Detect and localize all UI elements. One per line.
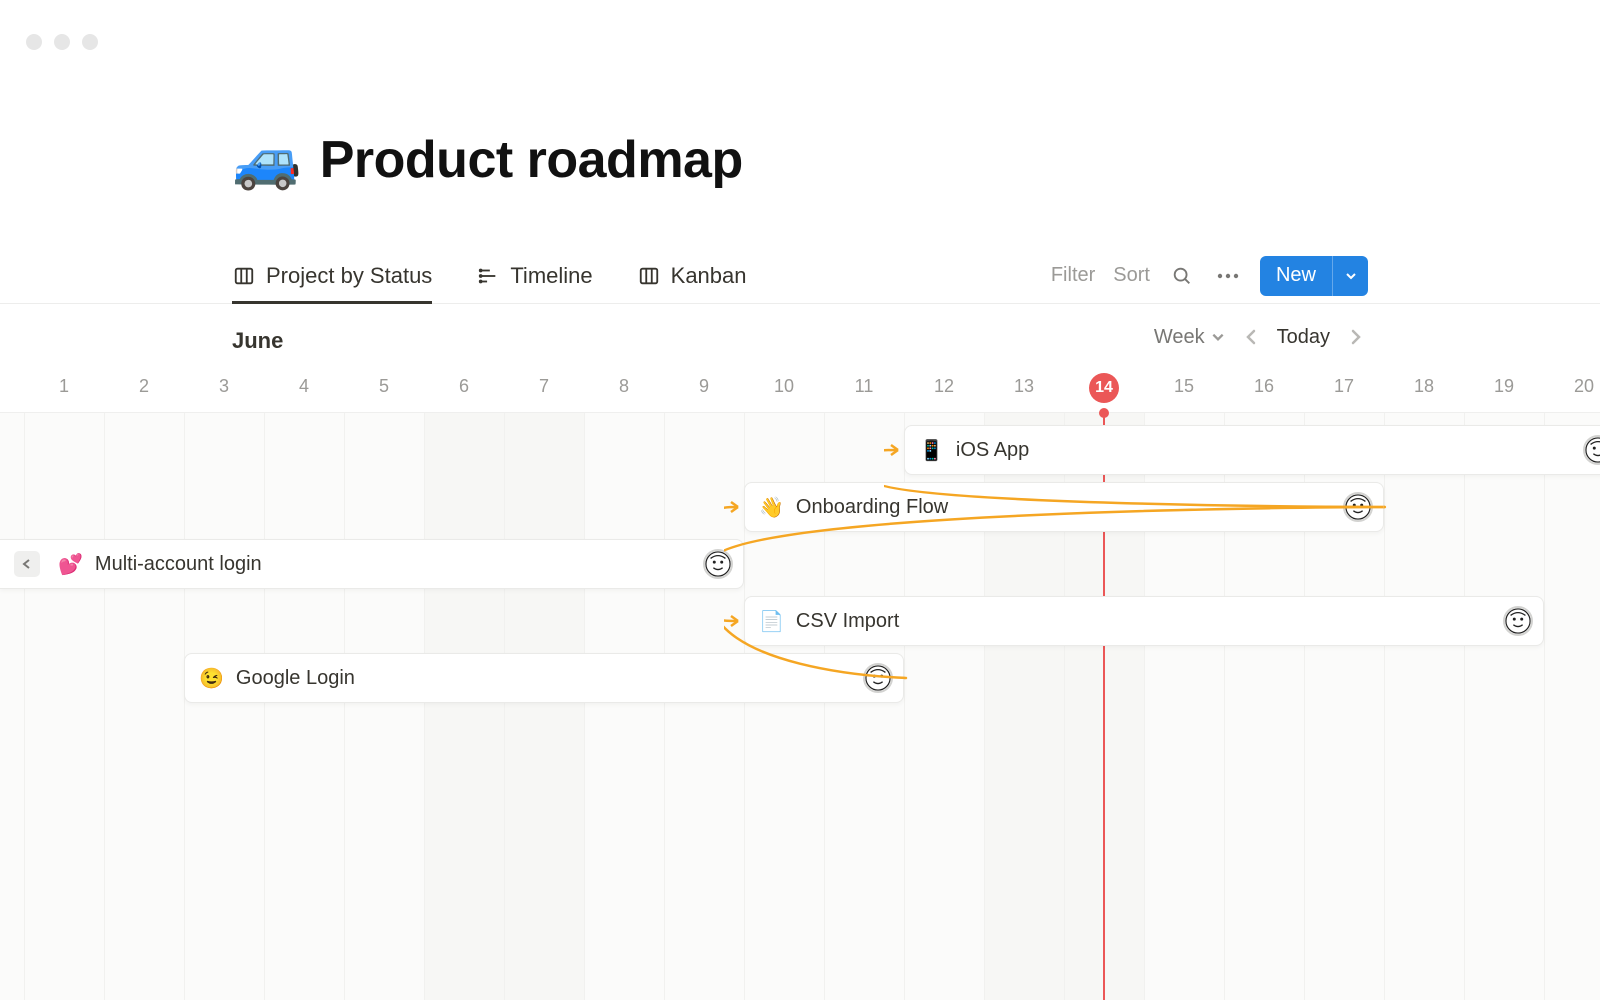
board-icon <box>637 264 661 288</box>
range-selector[interactable]: Week <box>1154 326 1225 349</box>
task-emoji: 💕 <box>58 552 83 577</box>
search-icon[interactable] <box>1168 262 1196 290</box>
tab-label: Kanban <box>671 263 747 289</box>
grid-line <box>584 413 585 1000</box>
date-column-20: 20 <box>1544 376 1600 397</box>
grid-line <box>504 413 505 1000</box>
date-column-9: 9 <box>664 376 744 397</box>
page-emoji[interactable]: 🚙 <box>232 132 302 188</box>
task-card-multi-account[interactable]: 💕 Multi-account login <box>0 539 744 589</box>
date-column-2: 2 <box>104 376 184 397</box>
timeline-icon <box>476 264 500 288</box>
task-title: Onboarding Flow <box>796 496 1331 519</box>
page-header: 🚙 Product roadmap <box>0 130 1600 190</box>
new-button[interactable]: New <box>1260 256 1332 296</box>
date-column-12: 12 <box>904 376 984 397</box>
range-label: Week <box>1154 326 1205 349</box>
task-card-onboarding[interactable]: 👋 Onboarding Flow <box>744 482 1384 532</box>
date-column-19: 19 <box>1464 376 1544 397</box>
date-column-17: 17 <box>1304 376 1384 397</box>
date-column-13: 13 <box>984 376 1064 397</box>
board-icon <box>232 264 256 288</box>
date-column-8: 8 <box>584 376 664 397</box>
date-column-18: 18 <box>1384 376 1464 397</box>
task-title: Google Login <box>236 667 851 690</box>
new-button-dropdown[interactable] <box>1332 256 1368 296</box>
new-button-group: New <box>1260 256 1368 296</box>
task-card-google-login[interactable]: 😉 Google Login <box>184 653 904 703</box>
more-icon[interactable] <box>1214 262 1242 290</box>
task-card-csv-import[interactable]: 📄 CSV Import <box>744 596 1544 646</box>
filter-button[interactable]: Filter <box>1051 264 1095 287</box>
sort-button[interactable]: Sort <box>1113 264 1150 287</box>
date-column-1: 1 <box>24 376 104 397</box>
grid-line <box>104 413 105 1000</box>
assignee-avatar[interactable] <box>1583 435 1600 465</box>
date-column-3: 3 <box>184 376 264 397</box>
task-card-ios-app[interactable]: 📱 iOS App <box>904 425 1600 475</box>
date-column-16: 16 <box>1224 376 1304 397</box>
date-column-5: 5 <box>344 376 424 397</box>
prev-week-button[interactable] <box>1239 324 1263 350</box>
assignee-avatar[interactable] <box>863 663 893 693</box>
grid-line <box>1464 413 1465 1000</box>
date-column-15: 15 <box>1144 376 1224 397</box>
task-title: Multi-account login <box>95 553 691 576</box>
traffic-light-zoom[interactable] <box>82 34 98 50</box>
tab-label: Timeline <box>510 263 592 289</box>
next-week-button[interactable] <box>1344 324 1368 350</box>
date-column-6: 6 <box>424 376 504 397</box>
task-emoji: 📱 <box>919 438 944 463</box>
grid-line <box>1384 413 1385 1000</box>
grid-line <box>1544 413 1545 1000</box>
date-column-10: 10 <box>744 376 824 397</box>
today-button[interactable]: Today <box>1277 326 1330 349</box>
grid-line <box>344 413 345 1000</box>
chevron-down-icon <box>1211 330 1225 344</box>
grid-line <box>424 413 425 1000</box>
date-column-11: 11 <box>824 376 904 397</box>
tab-project-by-status[interactable]: Project by Status <box>232 248 432 303</box>
grid-line <box>24 413 25 1000</box>
task-title: iOS App <box>956 439 1571 462</box>
tab-timeline[interactable]: Timeline <box>476 248 592 303</box>
task-emoji: 📄 <box>759 609 784 634</box>
assignee-avatar[interactable] <box>1343 492 1373 522</box>
view-tabs-bar: Project by Status Timeline Kanban Filter… <box>0 248 1600 304</box>
date-ruler: 1234567891011121314151617181920 <box>0 376 1600 406</box>
scroll-back-icon[interactable] <box>14 551 40 577</box>
timeline-controls: June Week Today <box>0 320 1600 368</box>
grid-line <box>184 413 185 1000</box>
tab-kanban[interactable]: Kanban <box>637 248 747 303</box>
task-title: CSV Import <box>796 610 1491 633</box>
assignee-avatar[interactable] <box>1503 606 1533 636</box>
traffic-light-minimize[interactable] <box>54 34 70 50</box>
grid-line <box>664 413 665 1000</box>
month-label: June <box>232 328 283 354</box>
traffic-light-close[interactable] <box>26 34 42 50</box>
grid-line <box>264 413 265 1000</box>
window-controls <box>26 34 98 50</box>
assignee-avatar[interactable] <box>703 549 733 579</box>
page-title[interactable]: Product roadmap <box>320 130 743 190</box>
task-emoji: 😉 <box>199 666 224 691</box>
date-column-7: 7 <box>504 376 584 397</box>
timeline-canvas[interactable]: 📱 iOS App 👋 Onboarding Flow 💕 Multi-account l… <box>0 412 1600 1000</box>
today-date-marker: 14 <box>1089 373 1119 403</box>
date-column-4: 4 <box>264 376 344 397</box>
tab-label: Project by Status <box>266 263 432 289</box>
task-emoji: 👋 <box>759 495 784 520</box>
